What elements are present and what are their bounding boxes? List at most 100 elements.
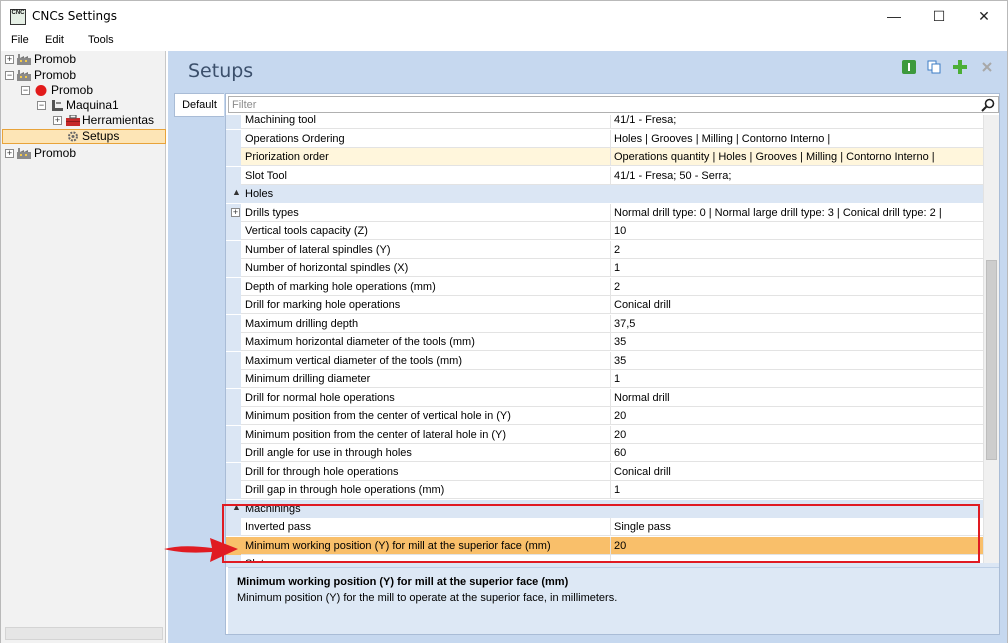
property-name: Operations Ordering [245, 132, 345, 145]
close-button[interactable]: ✕ [961, 1, 1007, 32]
property-row[interactable]: Machining tool 41/1 - Fresa; [226, 115, 983, 129]
property-value[interactable]: 1 [614, 373, 980, 385]
collapse-icon[interactable]: − [37, 101, 46, 110]
property-row[interactable]: Slot Tool 41/1 - Fresa; 50 - Serra; [226, 166, 983, 185]
maximize-button[interactable]: ☐ [916, 1, 962, 32]
property-value[interactable]: 1 [614, 484, 980, 496]
row-margin [226, 444, 241, 462]
tree-item-herramientas[interactable]: + Herramientas [1, 113, 161, 128]
tree-item-promob[interactable]: + Promob [1, 146, 161, 161]
factory-icon [17, 148, 31, 159]
property-value[interactable]: 1 [614, 262, 980, 274]
category-row[interactable]: ▲ Holes [226, 185, 983, 203]
property-name: Maximum horizontal diameter of the tools… [245, 336, 475, 348]
property-value[interactable]: Conical drill [614, 299, 980, 311]
property-value[interactable]: Conical drill [614, 466, 980, 478]
expand-icon[interactable]: + [5, 55, 14, 64]
tree-item-promob[interactable]: − Promob [1, 68, 161, 83]
menu-bar: File Edit Tools [0, 31, 1008, 51]
property-value[interactable]: Holes | Grooves | Milling | Contorno Int… [614, 133, 980, 145]
property-row[interactable]: Maximum horizontal diameter of the tools… [226, 333, 983, 351]
property-name: Number of lateral spindles (Y) [245, 243, 391, 256]
tree-item-maquina1[interactable]: − Maquina1 [1, 98, 161, 113]
column-divider [610, 388, 611, 407]
red-arrow-annotation [164, 538, 238, 562]
column-divider [610, 166, 611, 185]
expand-icon[interactable]: + [231, 207, 240, 217]
menu-edit[interactable]: Edit [45, 34, 64, 46]
property-row[interactable]: Operations Ordering Holes | Grooves | Mil… [226, 129, 983, 148]
property-value[interactable]: Normal drill [614, 392, 980, 404]
row-margin [226, 166, 241, 185]
menu-file[interactable]: File [11, 34, 29, 46]
expand-icon[interactable]: + [5, 149, 14, 158]
factory-icon [17, 54, 31, 65]
page-title: Setups [188, 60, 254, 82]
menu-tools[interactable]: Tools [88, 34, 114, 46]
column-divider [610, 407, 611, 425]
collapse-caret-icon[interactable]: ▲ [232, 187, 241, 197]
tree-item-promob-child[interactable]: − Promob [1, 83, 161, 98]
property-row[interactable]: Minimum position from the center of late… [226, 425, 983, 444]
tree-item-setups[interactable]: Setups [1, 129, 161, 144]
property-row[interactable]: Drill for through hole operations Conical… [226, 462, 983, 481]
property-name: Drill angle for use in through holes [245, 447, 412, 459]
column-divider [610, 314, 611, 333]
property-value[interactable]: 37,5 [614, 318, 980, 330]
property-value[interactable]: Normal drill type: 0 | Normal large dril… [614, 207, 980, 219]
search-icon[interactable] [981, 98, 995, 112]
property-value[interactable]: 2 [614, 244, 980, 256]
column-divider [610, 481, 611, 499]
property-value[interactable]: 35 [614, 336, 980, 348]
property-row[interactable]: Drill angle for use in through holes 60 [226, 444, 983, 462]
property-value[interactable]: 41/1 - Fresa; [614, 115, 980, 126]
tree-pane: + Promob − Promob − Promob − Maquina1 + [0, 51, 166, 643]
property-value[interactable]: 60 [614, 447, 980, 459]
property-value[interactable]: 10 [614, 225, 980, 237]
property-row[interactable]: Drill gap in through hole operations (mm… [226, 481, 983, 499]
property-value[interactable]: 20 [614, 410, 980, 422]
property-row[interactable]: Maximum drilling depth 37,5 [226, 314, 983, 333]
property-row[interactable]: Drill for marking hole operations Conical… [226, 296, 983, 314]
expand-icon[interactable]: + [53, 116, 62, 125]
row-margin [226, 462, 241, 481]
tab-default[interactable]: Default [174, 93, 224, 117]
tree-horizontal-scrollbar[interactable] [5, 627, 163, 640]
collapse-icon[interactable]: − [21, 86, 30, 95]
property-row[interactable]: + Drills types Normal drill type: 0 | Norm… [226, 203, 983, 222]
property-row[interactable]: Number of horizontal spindles (X) 1 [226, 259, 983, 277]
property-row[interactable]: Minimum drilling diameter 1 [226, 370, 983, 388]
filter-input[interactable]: Filter [228, 96, 999, 113]
property-name: Minimum drilling diameter [245, 373, 371, 385]
property-row[interactable]: Maximum vertical diameter of the tools (… [226, 351, 983, 370]
property-row[interactable]: Drill for normal hole operations Normal d… [226, 388, 983, 407]
collapse-icon[interactable]: − [5, 71, 14, 80]
property-value[interactable]: 41/1 - Fresa; 50 - Serra; [614, 170, 980, 182]
grid-vertical-scrollbar[interactable] [983, 115, 999, 563]
property-value[interactable]: 35 [614, 355, 980, 367]
column-divider [610, 240, 611, 259]
info-icon[interactable] [902, 60, 916, 74]
scroll-thumb[interactable] [986, 260, 997, 460]
minimize-button[interactable]: — [871, 1, 917, 32]
property-row[interactable]: Number of lateral spindles (Y) 2 [226, 240, 983, 259]
property-name: Number of horizontal spindles (X) [245, 262, 409, 274]
property-value[interactable]: 20 [614, 429, 980, 441]
column-divider [610, 462, 611, 481]
add-icon[interactable] [953, 60, 967, 74]
property-name: Vertical tools capacity (Z) [245, 225, 368, 237]
copy-icon[interactable] [927, 60, 941, 74]
property-name: Maximum drilling depth [245, 317, 359, 330]
property-row[interactable]: Vertical tools capacity (Z) 10 [226, 222, 983, 240]
property-name: Drill for normal hole operations [245, 391, 395, 404]
highlight-box [222, 504, 980, 563]
property-row[interactable]: Priorization order Operations quantity | … [226, 148, 983, 166]
property-value[interactable]: Operations quantity | Holes | Grooves | … [614, 151, 980, 163]
delete-icon[interactable] [980, 60, 994, 74]
property-row[interactable]: Depth of marking hole operations (mm) 2 [226, 277, 983, 296]
property-value[interactable]: 2 [614, 281, 980, 293]
category-label: Holes [245, 188, 274, 200]
property-row[interactable]: Minimum position from the center of vert… [226, 407, 983, 425]
column-divider [610, 351, 611, 370]
tree-item-promob[interactable]: + Promob [1, 52, 161, 67]
